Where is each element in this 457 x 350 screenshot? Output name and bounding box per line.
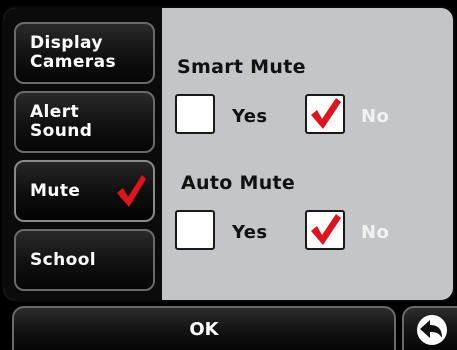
ok-button[interactable]: OK [12,306,396,350]
sidebar-item-display-cameras[interactable]: Display Cameras [14,22,155,84]
back-arrow-icon [417,315,447,345]
auto-mute-yes-checkbox[interactable] [175,210,215,250]
sidebar-item-school[interactable]: School [14,229,155,291]
sidebar-item-label: Mute [30,180,81,201]
auto-mute-title: Auto Mute [181,172,296,194]
ok-button-label: OK [189,318,219,340]
sidebar-item-label: School [30,249,97,270]
smart-mute-no-label: No [361,106,390,127]
sidebar-item-mute[interactable]: Mute [14,160,155,222]
sidebar-item-label: Alert Sound [30,102,93,141]
checkmark-icon [117,175,146,207]
auto-mute-no-label: No [361,222,390,243]
mute-settings-screen: Display Cameras Alert Sound Mute School … [0,0,457,350]
back-button[interactable] [402,306,457,350]
sidebar: Display Cameras Alert Sound Mute School [4,8,162,300]
checkmark-icon [311,214,341,245]
settings-panel: Display Cameras Alert Sound Mute School … [2,6,455,302]
sidebar-item-label: Display Cameras [30,33,116,72]
smart-mute-no-checkbox[interactable] [305,94,345,134]
checkmark-icon [311,98,341,129]
smart-mute-title: Smart Mute [177,56,306,78]
sidebar-item-alert-sound[interactable]: Alert Sound [14,91,155,153]
auto-mute-yes-label: Yes [232,222,268,243]
smart-mute-yes-checkbox[interactable] [175,94,215,134]
auto-mute-no-checkbox[interactable] [305,210,345,250]
smart-mute-yes-label: Yes [232,106,268,127]
